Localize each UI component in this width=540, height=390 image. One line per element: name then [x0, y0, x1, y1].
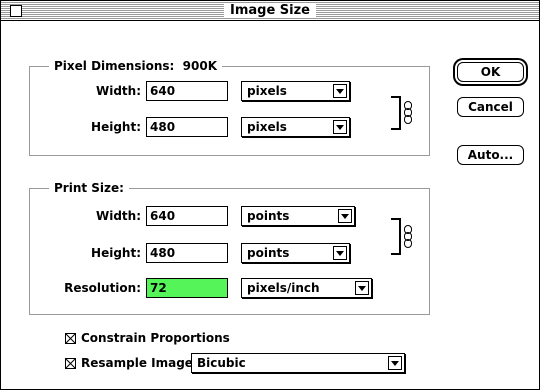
resolution-label: Resolution: — [64, 281, 141, 295]
pixel-height-label: Height: — [91, 120, 141, 134]
pixel-width-field[interactable]: 640 — [146, 81, 228, 101]
ok-button[interactable]: OK — [457, 62, 524, 82]
print-height-unit-value: points — [247, 246, 290, 260]
pixel-width-unit-value: pixels — [247, 84, 287, 98]
print-height-unit-select[interactable]: points — [241, 243, 350, 263]
resolution-unit-select[interactable]: pixels/inch — [241, 278, 372, 298]
dropdown-arrow-icon — [333, 84, 347, 98]
dialog-title: Image Size — [223, 3, 316, 18]
print-width-field[interactable]: 640 — [146, 206, 228, 226]
title-wrap: Image Size — [1, 2, 539, 19]
pixel-width-unit-select[interactable]: pixels — [241, 81, 350, 101]
auto-button[interactable]: Auto... — [457, 145, 524, 165]
dropdown-arrow-icon — [333, 120, 347, 134]
link-chain-icon — [404, 101, 412, 124]
dropdown-arrow-icon — [355, 281, 369, 295]
pixel-height-field[interactable]: 480 — [146, 117, 228, 137]
print-width-unit-select[interactable]: points — [241, 206, 355, 226]
print-height-label: Height: — [91, 246, 141, 260]
pixel-constrain-bracket — [391, 96, 401, 130]
constrain-proportions-checkbox[interactable] — [65, 333, 76, 344]
resample-method-select[interactable]: Bicubic — [191, 353, 405, 373]
print-height-field[interactable]: 480 — [146, 243, 228, 263]
image-size-dialog: Image Size Pixel Dimensions: 900K Width:… — [0, 0, 540, 390]
resolution-field[interactable]: 72 — [146, 278, 228, 298]
resample-image-checkbox[interactable] — [65, 358, 76, 369]
resample-image-label[interactable]: Resample Image: — [81, 355, 198, 371]
print-size-legend: Print Size: — [49, 181, 129, 195]
dropdown-arrow-icon — [333, 246, 347, 260]
print-constrain-bracket — [391, 218, 401, 255]
dropdown-arrow-icon — [388, 356, 402, 370]
resolution-unit-value: pixels/inch — [247, 281, 320, 295]
cancel-button[interactable]: Cancel — [457, 97, 524, 117]
print-width-label: Width: — [95, 209, 141, 223]
pixel-height-unit-value: pixels — [247, 120, 287, 134]
print-width-unit-value: points — [247, 209, 290, 223]
pixel-dimensions-group — [29, 66, 430, 156]
constrain-proportions-label[interactable]: Constrain Proportions — [81, 330, 230, 346]
title-bar[interactable]: Image Size — [1, 1, 539, 21]
pixel-height-unit-select[interactable]: pixels — [241, 117, 350, 137]
resample-method-value: Bicubic — [197, 356, 246, 370]
pixel-dimensions-legend: Pixel Dimensions: 900K — [49, 59, 223, 73]
dropdown-arrow-icon — [338, 209, 352, 223]
pixel-width-label: Width: — [95, 84, 141, 98]
link-chain-icon — [404, 225, 412, 248]
